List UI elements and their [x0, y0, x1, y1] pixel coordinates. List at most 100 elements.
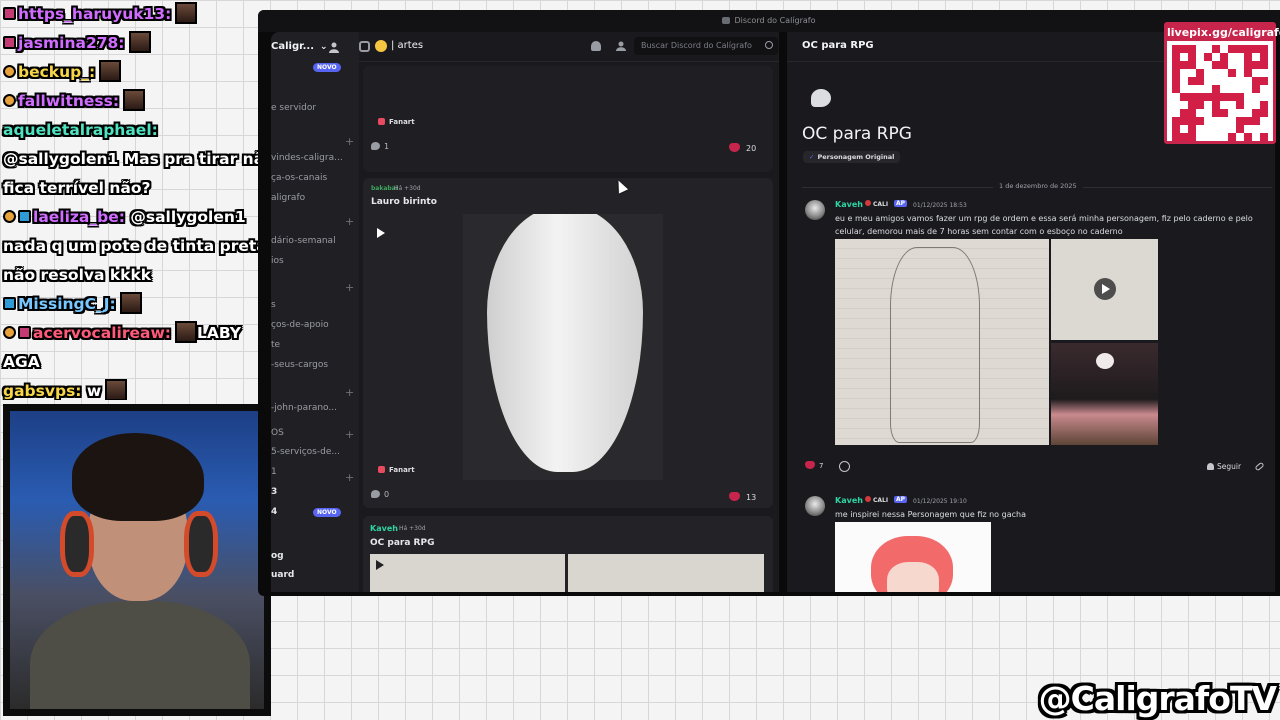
qr-cell	[1204, 133, 1212, 141]
message-author[interactable]: Kaveh	[835, 200, 863, 209]
qr-cell	[1188, 133, 1196, 141]
qr-cell	[1244, 101, 1252, 109]
forum-post-card[interactable]: Kaveh Há +30d OC para RPG	[363, 516, 773, 592]
forum-post-card[interactable]: Fanart 1 20	[363, 66, 773, 172]
avatar[interactable]	[805, 496, 825, 516]
search-input[interactable]: Buscar Discord do Calígrafo	[634, 37, 778, 55]
attachment-image[interactable]	[835, 239, 1049, 445]
sidebar-item[interactable]: -seus-cargos	[271, 360, 328, 370]
qr-cell	[1236, 77, 1244, 85]
qr-cell	[1172, 53, 1180, 61]
qr-cell	[1188, 77, 1196, 85]
qr-cell	[1244, 93, 1252, 101]
message-text: eu e meu amigos vamos fazer um rpg de or…	[835, 214, 1253, 236]
invite-people-icon[interactable]	[329, 42, 341, 53]
qr-cell	[1260, 101, 1268, 109]
sidebar-item[interactable]: uard	[271, 570, 294, 580]
streamer-torso	[30, 601, 250, 709]
channel-title: | artes	[391, 40, 424, 51]
members-icon[interactable]	[615, 41, 627, 51]
add-reaction-icon[interactable]	[839, 461, 850, 472]
sidebar-item[interactable]: ça-os-canais	[271, 173, 327, 183]
qr-cell	[1252, 45, 1260, 53]
link-icon[interactable]	[1254, 461, 1265, 472]
qr-cell	[1204, 45, 1212, 53]
message-text: me inspirei nessa Personagem que fiz no …	[835, 510, 1026, 519]
avatar[interactable]	[805, 200, 825, 220]
qr-cell	[1260, 93, 1268, 101]
qr-cell	[1172, 125, 1180, 133]
post-image[interactable]	[370, 554, 565, 592]
qr-cell	[1172, 101, 1180, 109]
sidebar-item[interactable]: 1	[271, 467, 277, 477]
post-title[interactable]: Lauro birinto	[371, 197, 437, 207]
qr-cell	[1180, 133, 1188, 141]
sub-badge-icon	[3, 36, 16, 49]
qr-url: livepix.gg/caligrafo	[1167, 25, 1280, 41]
qr-cell	[1228, 85, 1236, 93]
post-tag: Fanart	[378, 118, 415, 126]
sidebar-item[interactable]: 5-serviços-de...	[271, 447, 340, 457]
qr-cell	[1244, 133, 1252, 141]
forum-post-card[interactable]: bakabai Há +30d Lauro birinto Fanart 0 1…	[363, 178, 773, 508]
sidebar-item[interactable]: s	[271, 300, 276, 310]
attachment-image[interactable]	[835, 522, 991, 592]
sidebar-item[interactable]: te	[271, 340, 280, 350]
add-channel-icon[interactable]: +	[345, 386, 354, 399]
play-icon[interactable]	[377, 228, 385, 238]
sidebar-item[interactable]: aligrafo	[271, 193, 305, 203]
message-time: 01/12/2025 19:10	[913, 498, 967, 505]
qr-cell	[1220, 61, 1228, 69]
qr-cell	[1228, 117, 1236, 125]
play-icon[interactable]	[1094, 278, 1116, 300]
add-channel-icon[interactable]: +	[345, 281, 354, 294]
sidebar-item[interactable]: dário-semanal	[271, 236, 336, 246]
sidebar-item[interactable]: OS	[271, 428, 284, 438]
chat-line: aqueletalraphael:	[3, 121, 158, 139]
channel-sidebar: Caligr... ⌄ NOVO e servidor + vindes-cali…	[271, 32, 359, 592]
bell-icon[interactable]	[591, 41, 601, 51]
add-channel-icon[interactable]: +	[345, 215, 354, 228]
post-author[interactable]: Kaveh	[370, 524, 398, 533]
sidebar-item[interactable]: vindes-caligra...	[271, 153, 343, 163]
sub-badge-icon	[3, 94, 16, 107]
qr-cell	[1204, 69, 1212, 77]
qr-cell	[1252, 117, 1260, 125]
reaction-count[interactable]: 20	[729, 143, 756, 153]
sidebar-item-label[interactable]: NOVO	[271, 62, 341, 72]
skull-icon	[1096, 353, 1114, 369]
reaction-count[interactable]: 13	[729, 492, 756, 502]
sub-badge-icon	[3, 7, 16, 20]
post-image[interactable]	[463, 214, 663, 480]
qr-cell	[1252, 69, 1260, 77]
add-channel-icon[interactable]: +	[345, 471, 354, 484]
play-icon[interactable]	[376, 560, 384, 570]
sidebar-item[interactable]: og	[271, 551, 284, 561]
forum-header: | artes Buscar Discord do Calígrafo	[359, 32, 779, 62]
server-name[interactable]: Caligr... ⌄	[271, 41, 328, 52]
reaction-pill[interactable]: 7	[805, 461, 823, 470]
follow-button[interactable]: Seguir	[1207, 462, 1241, 471]
sidebar-item[interactable]: 4	[271, 507, 277, 517]
emote-icon	[174, 321, 197, 343]
qr-cell	[1196, 69, 1204, 77]
add-channel-icon[interactable]: +	[345, 428, 354, 441]
sidebar-item[interactable]: 3	[271, 487, 277, 497]
add-channel-icon[interactable]: +	[345, 135, 354, 148]
thread-chat-icon	[811, 89, 831, 107]
sidebar-item[interactable]: -john-parano...	[271, 403, 337, 413]
qr-cell	[1260, 133, 1268, 141]
qr-cell	[1180, 101, 1188, 109]
message-author[interactable]: Kaveh	[835, 496, 863, 505]
tag-icon	[378, 466, 385, 473]
chat-line: AGA	[3, 353, 40, 371]
sidebar-item[interactable]: ços-de-apoio	[271, 320, 329, 330]
qr-cell	[1220, 101, 1228, 109]
date-divider-label: 1 de dezembro de 2025	[993, 182, 1083, 190]
sidebar-item[interactable]: e servidor	[271, 103, 316, 113]
post-title[interactable]: OC para RPG	[370, 538, 434, 548]
emote-icon	[105, 379, 128, 400]
attachment-image[interactable]	[1051, 343, 1158, 445]
post-image[interactable]	[568, 554, 764, 592]
sidebar-item[interactable]: ios	[271, 256, 284, 266]
